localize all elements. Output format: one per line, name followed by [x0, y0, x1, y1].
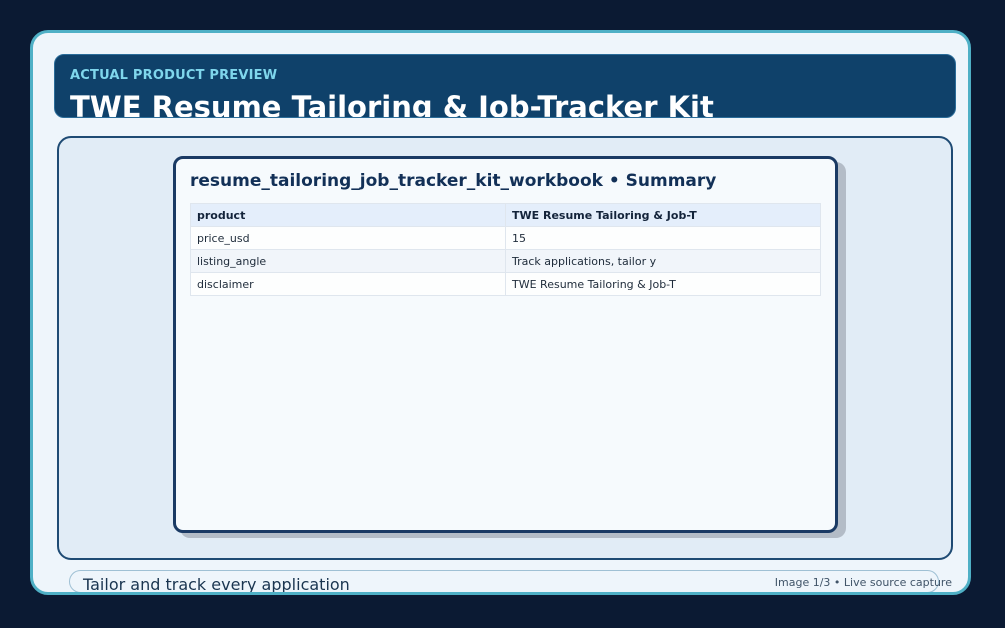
table-cell: disclaimer: [190, 272, 506, 296]
card-title: resume_tailoring_job_tracker_kit_workboo…: [190, 171, 717, 191]
table-row: disclaimer TWE Resume Tailoring & Job-T: [190, 272, 821, 296]
header-banner: ACTUAL PRODUCT PREVIEW TWE Resume Tailor…: [54, 54, 956, 118]
table-cell: listing_angle: [190, 249, 506, 273]
table-row: listing_angle Track applications, tailor…: [190, 249, 821, 273]
table-cell: Track applications, tailor y: [505, 249, 821, 273]
table-cell: price_usd: [190, 226, 506, 250]
caption-text: Tailor and track every application: [83, 575, 350, 594]
eyebrow-label: ACTUAL PRODUCT PREVIEW: [70, 68, 278, 83]
summary-table: product TWE Resume Tailoring & Job-T pri…: [190, 203, 821, 296]
preview-stage: resume_tailoring_job_tracker_kit_workboo…: [57, 136, 953, 560]
page-title: TWE Resume Tailoring & Job-Tracker Kit: [70, 90, 714, 118]
table-cell: 15: [505, 226, 821, 250]
table-header-cell: product: [190, 203, 506, 227]
table-header-row: product TWE Resume Tailoring & Job-T: [190, 203, 821, 227]
table-header-cell: TWE Resume Tailoring & Job-T: [505, 203, 821, 227]
workbook-summary-card: resume_tailoring_job_tracker_kit_workboo…: [173, 156, 838, 533]
table-row: price_usd 15: [190, 226, 821, 250]
preview-frame: ACTUAL PRODUCT PREVIEW TWE Resume Tailor…: [30, 30, 971, 595]
table-cell: TWE Resume Tailoring & Job-T: [505, 272, 821, 296]
image-counter: Image 1/3 • Live source capture: [774, 576, 952, 589]
